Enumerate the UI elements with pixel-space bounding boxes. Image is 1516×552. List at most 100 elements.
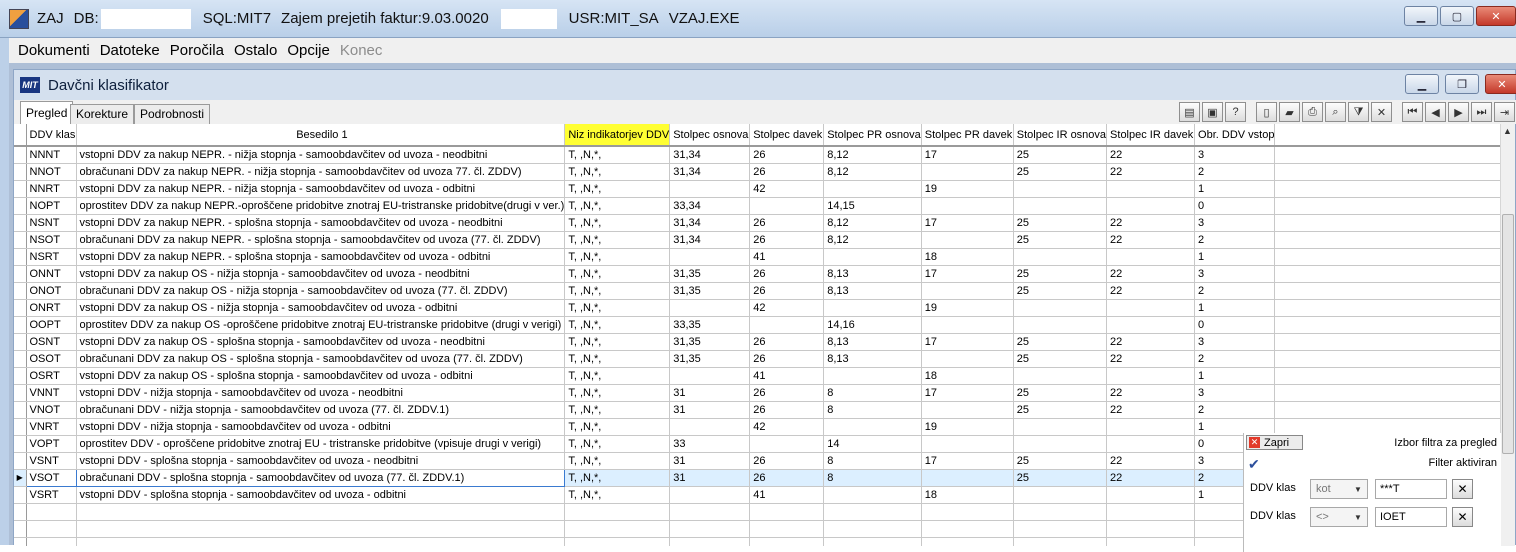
cell-stolpec-ir-davek[interactable]: 22 xyxy=(1106,333,1196,351)
cell-stolpec-davek[interactable]: 42 xyxy=(749,299,825,317)
cell-ddv-klas[interactable]: NNOT xyxy=(26,163,77,181)
cell-stolpec-davek[interactable]: 26 xyxy=(749,282,825,300)
cell-stolpec-pr-davek[interactable]: 17 xyxy=(921,146,1014,164)
cell-stolpec-ir-osnova[interactable]: 25 xyxy=(1013,214,1108,232)
cell-ddv-klas[interactable]: VSNT xyxy=(26,452,77,470)
cell-stolpec-ir-osnova[interactable] xyxy=(1013,180,1108,198)
cell-besedilo[interactable]: oprostitev DDV za nakup NEPR.-oproščene … xyxy=(76,197,566,215)
cell-ddv-klas[interactable]: NSNT xyxy=(26,214,77,232)
cell-besedilo[interactable]: obračunani DDV za nakup OS - splošna sto… xyxy=(76,350,566,368)
minimize-button[interactable]: ▁ xyxy=(1404,6,1438,26)
cell-obr-ddv-vstop[interactable]: 2 xyxy=(1194,401,1276,419)
row-indicator[interactable] xyxy=(14,299,27,317)
cell-ddv-klas[interactable]: VNOT xyxy=(26,401,77,419)
cell-niz-indikatorjev[interactable]: T, ,N,*, xyxy=(564,418,671,436)
cell-stolpec-pr-davek[interactable] xyxy=(921,350,1014,368)
cell-stolpec-davek[interactable]: 42 xyxy=(749,180,825,198)
cell-stolpec-davek[interactable]: 26 xyxy=(749,265,825,283)
child-restore-button[interactable]: ❐ xyxy=(1445,74,1479,94)
menu-opcije[interactable]: Opcije xyxy=(287,42,330,59)
prev-record-icon[interactable]: ◀ xyxy=(1425,102,1446,122)
cell-besedilo[interactable]: vstopni DDV za nakup NEPR. - nižja stopn… xyxy=(76,180,566,198)
cell-stolpec-osnova[interactable] xyxy=(669,180,751,198)
cell-besedilo[interactable]: vstopni DDV za nakup NEPR. - splošna sto… xyxy=(76,214,566,232)
cell-ddv-klas[interactable]: NNNT xyxy=(26,146,77,164)
table-row[interactable]: ONRT vstopni DDV za nakup OS - nižja stop… xyxy=(14,299,1501,317)
cell-niz-indikatorjev[interactable]: T, ,N,*, xyxy=(564,299,671,317)
row-indicator[interactable] xyxy=(14,350,27,368)
maximize-button[interactable]: ▢ xyxy=(1440,6,1474,26)
table-row[interactable]: NNRT vstopni DDV za nakup NEPR. - nižja s… xyxy=(14,180,1501,198)
menu-datoteke[interactable]: Datoteke xyxy=(100,42,160,59)
col-stolpec-osnova[interactable]: Stolpec osnova xyxy=(669,124,751,147)
cell-stolpec-osnova[interactable]: 31 xyxy=(669,384,751,402)
cell-stolpec-pr-osnova[interactable]: 8,13 xyxy=(823,333,922,351)
cell-stolpec-ir-davek[interactable] xyxy=(1106,418,1196,436)
cell-stolpec-davek[interactable] xyxy=(749,435,825,453)
cell-stolpec-ir-davek[interactable] xyxy=(1106,367,1196,385)
cell-stolpec-pr-osnova[interactable]: 8,12 xyxy=(823,163,922,181)
cell-stolpec-pr-davek[interactable]: 18 xyxy=(921,367,1014,385)
row-indicator[interactable] xyxy=(14,197,27,215)
document-icon[interactable]: ▤ xyxy=(1179,102,1200,122)
row-indicator[interactable] xyxy=(14,384,27,402)
cell-besedilo[interactable]: vstopni DDV za nakup NEPR. - splošna sto… xyxy=(76,248,566,266)
tab-pregled[interactable]: Pregled xyxy=(20,101,74,124)
cell-stolpec-ir-davek[interactable]: 22 xyxy=(1106,401,1196,419)
cell-stolpec-pr-davek[interactable]: 19 xyxy=(921,299,1014,317)
child-minimize-button[interactable]: ▁ xyxy=(1405,74,1439,94)
cell-besedilo[interactable]: vstopni DDV za nakup NEPR. - nižja stopn… xyxy=(76,146,566,164)
cell-stolpec-pr-davek[interactable] xyxy=(921,163,1014,181)
cell-niz-indikatorjev[interactable]: T, ,N,*, xyxy=(564,146,671,164)
cell-stolpec-davek[interactable]: 26 xyxy=(749,333,825,351)
filter-operator-select[interactable]: <> ▼ xyxy=(1310,507,1368,527)
cell-stolpec-pr-osnova[interactable]: 8 xyxy=(823,401,922,419)
table-row[interactable]: NSRT vstopni DDV za nakup NEPR. - splošna… xyxy=(14,248,1501,266)
cell-stolpec-ir-davek[interactable]: 22 xyxy=(1106,282,1196,300)
menu-porocila[interactable]: Poročila xyxy=(170,42,224,59)
filter-icon[interactable]: ⧩ xyxy=(1348,102,1369,122)
cell-stolpec-ir-davek[interactable]: 22 xyxy=(1106,214,1196,232)
row-indicator[interactable] xyxy=(14,401,27,419)
cell-stolpec-pr-osnova[interactable]: 8,12 xyxy=(823,146,922,164)
cell-ddv-klas[interactable]: VSOT xyxy=(25,468,77,487)
cell-stolpec-pr-davek[interactable] xyxy=(921,316,1014,334)
cell-ddv-klas[interactable]: OOPT xyxy=(26,316,77,334)
col-stolpec-pr-osnova[interactable]: Stolpec PR osnova xyxy=(823,124,922,147)
cell-niz-indikatorjev[interactable]: T, ,N,*, xyxy=(564,180,671,198)
cell-ddv-klas[interactable]: NSOT xyxy=(26,231,77,249)
cell-niz-indikatorjev[interactable]: T, ,N,*, xyxy=(564,163,671,181)
cell-besedilo[interactable]: vstopni DDV - splošna stopnja - samoobda… xyxy=(76,452,566,470)
cell-stolpec-ir-davek[interactable] xyxy=(1106,299,1196,317)
cell-stolpec-pr-davek[interactable] xyxy=(921,469,1014,487)
cell-stolpec-pr-davek[interactable] xyxy=(921,282,1014,300)
table-row[interactable]: OSRT vstopni DDV za nakup OS - splošna st… xyxy=(14,367,1501,385)
cell-stolpec-davek[interactable]: 26 xyxy=(749,401,825,419)
cell-stolpec-ir-davek[interactable]: 22 xyxy=(1106,469,1196,487)
table-row[interactable]: OOPT oprostitev DDV za nakup OS -oproščen… xyxy=(14,316,1501,334)
cell-stolpec-ir-davek[interactable]: 22 xyxy=(1106,146,1196,164)
cell-obr-ddv-vstop[interactable]: 2 xyxy=(1194,282,1276,300)
cell-stolpec-ir-osnova[interactable]: 25 xyxy=(1013,282,1108,300)
col-stolpec-pr-davek[interactable]: Stolpec PR davek xyxy=(921,124,1014,147)
vertical-scrollbar[interactable]: ▲ xyxy=(1500,124,1515,546)
cell-stolpec-davek[interactable] xyxy=(749,197,825,215)
cell-obr-ddv-vstop[interactable]: 3 xyxy=(1194,146,1276,164)
cell-stolpec-pr-osnova[interactable]: 8,12 xyxy=(823,214,922,232)
cell-stolpec-pr-davek[interactable] xyxy=(921,401,1014,419)
child-close-button[interactable]: ✕ xyxy=(1485,74,1516,94)
cell-niz-indikatorjev[interactable]: T, ,N,*, xyxy=(564,231,671,249)
cell-obr-ddv-vstop[interactable]: 3 xyxy=(1194,384,1276,402)
cell-stolpec-davek[interactable]: 26 xyxy=(749,146,825,164)
screen-icon[interactable]: ▣ xyxy=(1202,102,1223,122)
cell-stolpec-davek[interactable]: 41 xyxy=(749,486,825,504)
cell-stolpec-osnova[interactable] xyxy=(669,299,751,317)
next-record-icon[interactable]: ▶ xyxy=(1448,102,1469,122)
menu-dokumenti[interactable]: Dokumenti xyxy=(18,42,90,59)
cell-obr-ddv-vstop[interactable]: 2 xyxy=(1194,163,1276,181)
cell-stolpec-pr-davek[interactable]: 18 xyxy=(921,486,1014,504)
help-icon[interactable]: ? xyxy=(1225,102,1246,122)
cell-ddv-klas[interactable]: NOPT xyxy=(26,197,77,215)
row-indicator[interactable] xyxy=(14,163,27,181)
menu-ostalo[interactable]: Ostalo xyxy=(234,42,277,59)
